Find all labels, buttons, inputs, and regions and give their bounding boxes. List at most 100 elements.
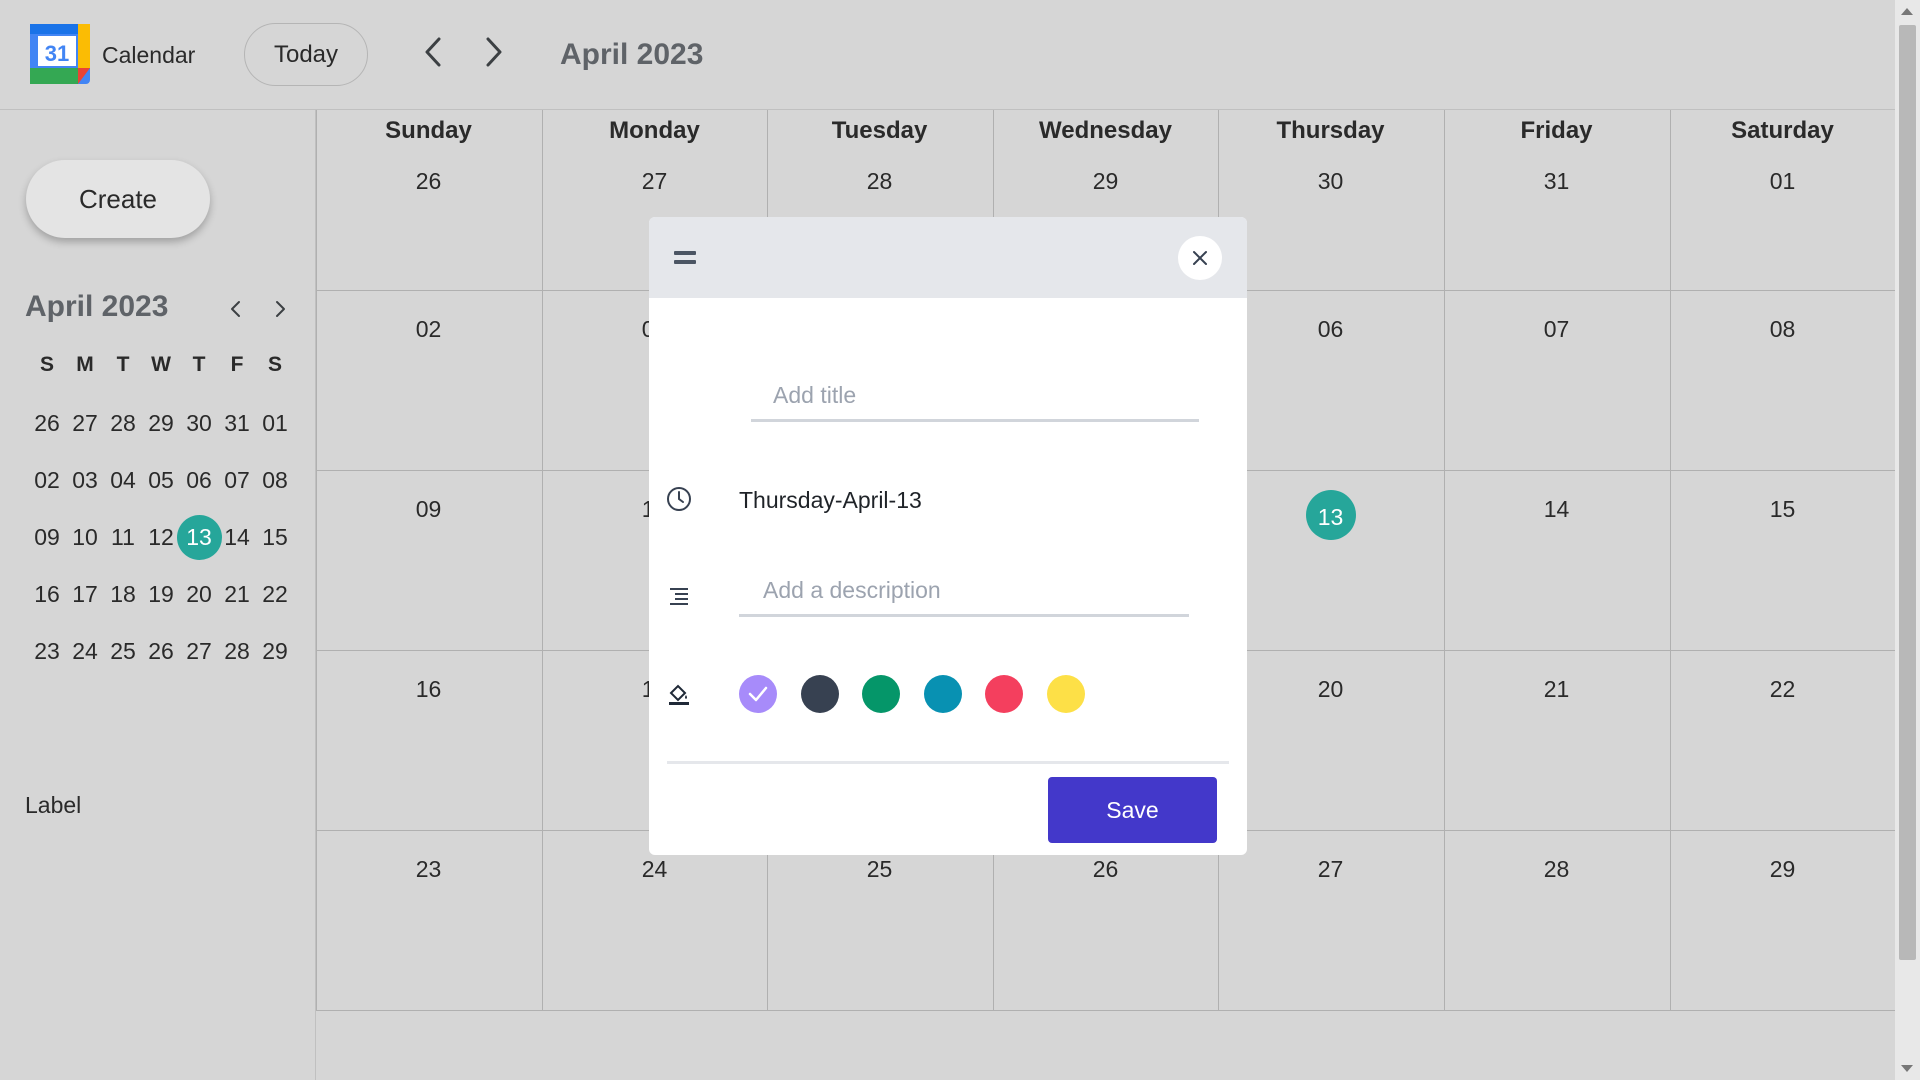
color-swatch-green[interactable]: [862, 675, 900, 713]
mini-calendar-day[interactable]: 25: [104, 638, 142, 665]
mini-calendar-day[interactable]: 10: [66, 524, 104, 551]
top-header: 31 Calendar Today April 2023: [0, 0, 1895, 110]
day-number: 27: [641, 168, 668, 194]
mini-calendar-day[interactable]: 21: [218, 581, 256, 608]
day-cell[interactable]: [1218, 470, 1444, 650]
mini-next-button[interactable]: [266, 294, 296, 324]
day-number: 21: [1543, 676, 1570, 702]
mini-calendar-day[interactable]: 29: [256, 638, 294, 665]
mini-calendar-day[interactable]: 05: [142, 467, 180, 494]
color-swatch-dark[interactable]: [800, 675, 839, 713]
mini-calendar-day[interactable]: 18: [104, 581, 142, 608]
mini-calendar-day[interactable]: 24: [66, 638, 104, 665]
day-number: 29: [1092, 168, 1119, 194]
day-number: 14: [1543, 496, 1570, 522]
event-modal: Thursday-April-13 Save: [649, 217, 1247, 855]
day-number: 29: [1769, 856, 1796, 882]
day-number: 20: [1317, 676, 1344, 702]
color-swatch-blue[interactable]: [923, 675, 962, 713]
mini-calendar-day[interactable]: 09: [28, 524, 66, 551]
mini-calendar-day[interactable]: 26: [142, 638, 180, 665]
mini-calendar-day[interactable]: 28: [104, 410, 142, 437]
day-number: 24: [641, 856, 668, 882]
day-number: 13: [1317, 504, 1344, 530]
event-description-input[interactable]: [739, 567, 1189, 617]
save-button[interactable]: Save: [1048, 777, 1217, 843]
mini-calendar-day[interactable]: 23: [28, 638, 66, 665]
scroll-up-arrow-icon[interactable]: [1901, 8, 1913, 15]
prev-month-button[interactable]: [415, 32, 451, 72]
mini-calendar-title: April 2023: [25, 290, 169, 323]
mini-calendar-day[interactable]: 28: [218, 638, 256, 665]
mini-calendar-day[interactable]: 20: [180, 581, 218, 608]
day-number: 01: [1769, 168, 1796, 194]
create-button[interactable]: Create: [26, 160, 210, 238]
event-title-input[interactable]: [751, 372, 1199, 422]
mini-calendar-day[interactable]: 15: [256, 524, 294, 551]
mini-calendar-day[interactable]: 08: [256, 467, 294, 494]
mini-calendar-day[interactable]: 27: [66, 410, 104, 437]
modal-header: [649, 217, 1247, 298]
mini-calendar-day[interactable]: 03: [66, 467, 104, 494]
close-button[interactable]: [1178, 236, 1222, 280]
day-number: 15: [1769, 496, 1796, 522]
sidebar: Create April 2023 S M T W T F S 26 27 28 29 30 31 01 0…: [0, 110, 316, 1080]
mini-prev-button[interactable]: [220, 294, 250, 324]
today-button[interactable]: Today: [244, 23, 368, 86]
day-number: 30: [1317, 168, 1344, 194]
page-scrollbar[interactable]: [1895, 0, 1920, 1080]
chevron-right-icon: [276, 301, 285, 317]
weekday-header: Monday: [609, 117, 700, 144]
mini-calendar-day[interactable]: 01: [256, 410, 294, 437]
day-number: 07: [1543, 316, 1570, 342]
mini-calendar-day[interactable]: 07: [218, 467, 256, 494]
day-number: 27: [1317, 856, 1344, 882]
day-number: 09: [415, 496, 442, 522]
day-number: 23: [415, 856, 442, 882]
day-number: 08: [1769, 316, 1796, 342]
mini-calendar-day[interactable]: 27: [180, 638, 218, 665]
color-swatch-purple[interactable]: [739, 675, 777, 713]
weekday-header: Tuesday: [831, 117, 928, 144]
mini-calendar-day[interactable]: 31: [218, 410, 256, 437]
mini-calendar-day[interactable]: 29: [142, 410, 180, 437]
day-number: 26: [415, 168, 442, 194]
mini-calendar-day[interactable]: 12: [142, 524, 180, 551]
day-number: 31: [1543, 168, 1570, 194]
mini-calendar-day[interactable]: 16: [28, 581, 66, 608]
mini-calendar-day[interactable]: 22: [256, 581, 294, 608]
grid-row-line: [316, 1010, 1895, 1011]
mini-calendar-day[interactable]: 13: [180, 524, 218, 551]
scrollbar-thumb[interactable]: [1899, 25, 1916, 960]
drag-handle-icon[interactable]: [674, 251, 696, 265]
mini-calendar-day[interactable]: 14: [218, 524, 256, 551]
mini-calendar-day[interactable]: 11: [104, 524, 142, 551]
mini-calendar-day[interactable]: 06: [180, 467, 218, 494]
mini-weekday-header: W: [151, 353, 171, 376]
weekday-header: Wednesday: [1039, 117, 1172, 144]
weekday-header: Sunday: [385, 117, 472, 144]
mini-weekday-header: S: [267, 353, 282, 376]
current-month-title: April 2023: [560, 38, 704, 71]
scroll-down-arrow-icon[interactable]: [1901, 1065, 1913, 1072]
label-heading: Label: [25, 792, 82, 818]
day-number: 28: [866, 168, 893, 194]
mini-calendar-day[interactable]: 04: [104, 467, 142, 494]
color-swatch-yellow[interactable]: [1046, 675, 1085, 713]
mini-calendar-day[interactable]: 17: [66, 581, 104, 608]
weekday-header: Saturday: [1731, 117, 1834, 144]
mini-calendar-day[interactable]: 26: [28, 410, 66, 437]
mini-calendar-day[interactable]: 02: [28, 467, 66, 494]
day-number: 22: [1769, 676, 1796, 702]
color-swatch-red[interactable]: [985, 675, 1023, 713]
event-date-text: Thursday-April-13: [739, 487, 922, 513]
mini-calendar-day[interactable]: 30: [180, 410, 218, 437]
chevron-left-icon: [231, 301, 240, 317]
next-month-button[interactable]: [476, 32, 512, 72]
mini-calendar-day[interactable]: 19: [142, 581, 180, 608]
mini-weekday-header: T: [116, 353, 130, 376]
paint-bucket-icon: [665, 680, 693, 708]
app-title: Calendar: [102, 42, 196, 68]
logo-text: 31: [45, 41, 69, 66]
description-lines-icon: [665, 583, 693, 611]
